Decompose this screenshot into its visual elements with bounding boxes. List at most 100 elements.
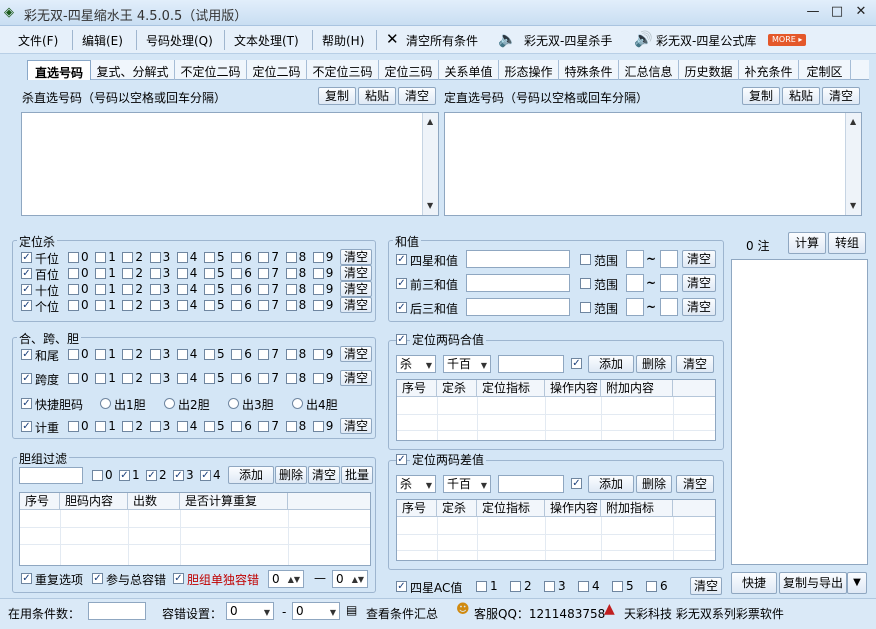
tab-5[interactable]: 定位三码 — [379, 60, 439, 80]
digit-checkbox[interactable] — [95, 373, 107, 384]
sum-tail-clear-button[interactable]: 清空 — [340, 346, 372, 362]
tab-11[interactable]: 补充条件 — [739, 60, 799, 80]
menu-text[interactable]: 文本处理(T) — [230, 30, 303, 50]
spinner-arrows-icon[interactable]: ▲▼ — [288, 572, 300, 588]
span-clear-button[interactable]: 清空 — [340, 370, 372, 386]
digit-checkbox[interactable] — [149, 300, 161, 311]
digit-checkbox[interactable] — [285, 268, 297, 279]
pos2diff-table[interactable]: 序号 定杀 定位指标 操作内容 附加指标 — [396, 499, 716, 561]
digit-checkbox[interactable] — [149, 349, 161, 360]
pos2sum-add-button[interactable]: 添加 — [588, 355, 634, 373]
pos2diff-kill-select[interactable]: 杀 ▼ — [396, 475, 436, 493]
digit-checkbox[interactable] — [95, 268, 107, 279]
sum-row-checkbox[interactable]: ✓ — [396, 278, 407, 289]
digit-checkbox[interactable] — [231, 284, 243, 295]
position-row-checkbox[interactable]: ✓ — [21, 300, 32, 311]
calculate-button[interactable]: 计算 — [788, 232, 826, 254]
menu-number[interactable]: 号码处理(Q) — [142, 30, 217, 50]
tab-8[interactable]: 特殊条件 — [559, 60, 619, 80]
dan-clear-button[interactable]: 清空 — [308, 466, 340, 484]
minimize-button[interactable]: — — [802, 4, 824, 22]
scrollbar[interactable]: ▲ ▼ — [845, 113, 861, 215]
chevron-down-icon[interactable]: ▼ — [264, 605, 270, 621]
digit-checkbox[interactable] — [68, 349, 79, 360]
dan-add-button[interactable]: 添加 — [228, 466, 274, 484]
sum-value-input[interactable] — [466, 250, 570, 268]
position-row-checkbox[interactable]: ✓ — [21, 284, 32, 295]
export-dropdown-icon[interactable]: ▼ — [847, 572, 867, 594]
range-min-input[interactable] — [626, 250, 644, 268]
position-row-checkbox[interactable]: ✓ — [21, 268, 32, 279]
dan-batch-button[interactable]: 批量 — [341, 466, 373, 484]
ac-clear-button[interactable]: 清空 — [690, 577, 722, 595]
formula-link[interactable]: 彩无双-四星公式库 — [652, 30, 760, 50]
kill-number-textarea[interactable]: ▲ ▼ — [21, 112, 439, 216]
range-max-input[interactable] — [660, 298, 678, 316]
pos2diff-delete-button[interactable]: 删除 — [636, 475, 672, 493]
dan-option-radio[interactable] — [164, 398, 175, 409]
chevron-down-icon[interactable]: ▼ — [426, 358, 432, 374]
copy-export-button[interactable]: 复制与导出 — [779, 572, 847, 594]
digit-checkbox[interactable] — [176, 421, 188, 432]
ac-value-checkbox[interactable] — [578, 581, 589, 592]
dan-delete-button[interactable]: 删除 — [275, 466, 307, 484]
digit-checkbox[interactable] — [149, 421, 161, 432]
result-list[interactable] — [731, 259, 868, 565]
scroll-down-icon[interactable]: ▼ — [427, 201, 433, 210]
kill-clear-button[interactable]: 清空 — [398, 87, 436, 105]
digit-checkbox[interactable] — [231, 349, 243, 360]
scroll-up-icon[interactable]: ▲ — [850, 117, 856, 126]
ac-value-checkbox[interactable] — [510, 581, 521, 592]
digit-checkbox[interactable] — [68, 284, 79, 295]
digit-checkbox[interactable] — [122, 268, 134, 279]
tab-2[interactable]: 不定位二码 — [175, 60, 247, 80]
tab-1[interactable]: 复式、分解式 — [91, 60, 175, 80]
set-clear-button[interactable]: 清空 — [822, 87, 860, 105]
pos2sum-position-select[interactable]: 千百 ▼ — [443, 355, 491, 373]
digit-checkbox[interactable] — [95, 252, 107, 263]
digit-checkbox[interactable] — [258, 284, 270, 295]
convert-group-button[interactable]: 转组 — [828, 232, 866, 254]
close-button[interactable]: ✕ — [850, 4, 872, 22]
digit-checkbox[interactable] — [312, 421, 324, 432]
sum-clear-button[interactable]: 清空 — [682, 250, 716, 268]
digit-checkbox[interactable] — [285, 300, 297, 311]
digit-checkbox[interactable] — [95, 284, 107, 295]
dan-number-checkbox[interactable]: ✓ — [173, 470, 184, 481]
digit-checkbox[interactable] — [95, 349, 107, 360]
pos2diff-value-input[interactable] — [498, 475, 564, 493]
set-paste-button[interactable]: 粘贴 — [782, 87, 820, 105]
range-max-input[interactable] — [660, 250, 678, 268]
range-checkbox[interactable] — [580, 254, 591, 265]
kill-copy-button[interactable]: 复制 — [318, 87, 356, 105]
pos2sum-clear-button[interactable]: 清空 — [676, 355, 714, 373]
range-max-input[interactable] — [660, 274, 678, 292]
dan-option-radio[interactable] — [228, 398, 239, 409]
digit-checkbox[interactable] — [312, 284, 324, 295]
position-clear-button[interactable]: 清空 — [340, 281, 372, 297]
range-checkbox[interactable] — [580, 278, 591, 289]
chevron-down-icon[interactable]: ▼ — [426, 478, 432, 494]
digit-checkbox[interactable] — [204, 252, 215, 263]
tolerance-min-spinner[interactable]: 0 ▲▼ — [268, 570, 304, 588]
digit-checkbox[interactable] — [231, 421, 243, 432]
digit-checkbox[interactable] — [176, 284, 188, 295]
pos2diff-clear-button[interactable]: 清空 — [676, 475, 714, 493]
digit-checkbox[interactable] — [149, 284, 161, 295]
digit-checkbox[interactable] — [204, 373, 215, 384]
digit-checkbox[interactable] — [68, 373, 79, 384]
digit-checkbox[interactable] — [122, 300, 134, 311]
count-clear-button[interactable]: 清空 — [340, 418, 372, 434]
digit-checkbox[interactable] — [122, 284, 134, 295]
tolerance-max-spinner[interactable]: 0 ▲▼ — [332, 570, 368, 588]
range-min-input[interactable] — [626, 298, 644, 316]
position-clear-button[interactable]: 清空 — [340, 297, 372, 313]
digit-checkbox[interactable] — [258, 349, 270, 360]
dan-option-radio[interactable] — [292, 398, 303, 409]
set-number-textarea[interactable]: ▲ ▼ — [444, 112, 862, 216]
dan-number-checkbox[interactable] — [92, 470, 103, 481]
ac-checkbox[interactable]: ✓ — [396, 581, 407, 592]
chevron-down-icon[interactable]: ▼ — [481, 478, 487, 494]
dan-input[interactable] — [19, 467, 83, 484]
menu-help[interactable]: 帮助(H) — [318, 30, 368, 50]
